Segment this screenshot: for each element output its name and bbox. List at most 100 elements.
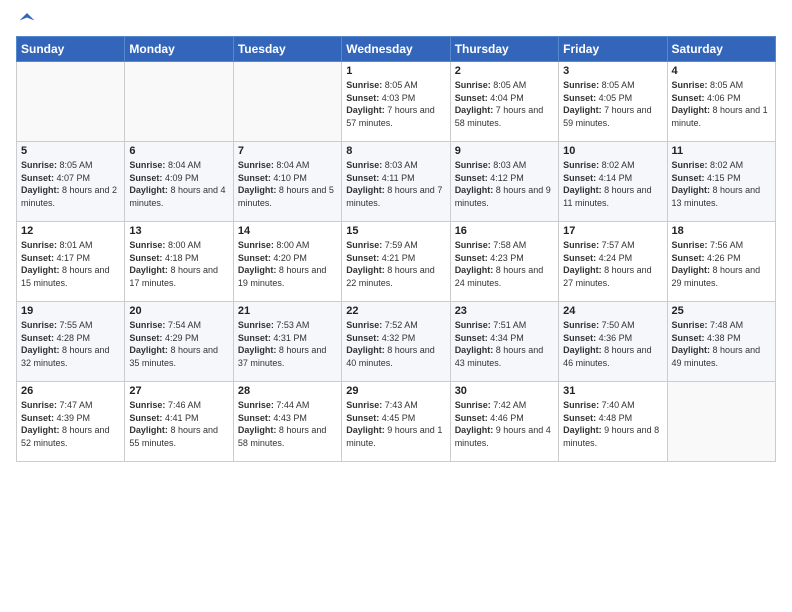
day-info-line: Sunset: 4:18 PM: [129, 253, 198, 263]
day-info-line: Daylight: 7 hours and 59 minutes.: [563, 105, 652, 128]
day-info-line: Sunset: 4:43 PM: [238, 413, 307, 423]
day-info: Sunrise: 7:57 AMSunset: 4:24 PMDaylight:…: [563, 239, 662, 289]
day-info-line: Sunset: 4:17 PM: [21, 253, 90, 263]
day-info-line: Daylight: 9 hours and 8 minutes.: [563, 425, 659, 448]
day-info-line: Sunset: 4:14 PM: [563, 173, 632, 183]
calendar-week-3: 12 Sunrise: 8:01 AM Sunset: 4:17 PM Dayligh…: [17, 222, 776, 302]
day-info-line: Sunrise: 7:43 AM: [346, 400, 418, 410]
calendar-cell: 14Sunrise: 8:00 AMSunset: 4:20 PMDayligh…: [233, 222, 341, 302]
calendar-cell: 22Sunrise: 7:52 AMSunset: 4:32 PMDayligh…: [342, 302, 450, 382]
day-number: 26: [21, 385, 120, 397]
day-number: 17: [563, 225, 662, 237]
day-info: Sunrise: 7:40 AMSunset: 4:48 PMDaylight:…: [563, 399, 662, 449]
day-info-line: Daylight: 8 hours and 40 minutes.: [346, 345, 435, 368]
day-info-line: Sunrise: 8:05 AM: [346, 80, 418, 90]
day-info-line: Sunset: 4:38 PM: [672, 333, 741, 343]
day-info-line: Daylight: 8 hours and 32 minutes.: [21, 345, 110, 368]
day-info: Sunrise: 8:05 AMSunset: 4:06 PMDaylight:…: [672, 79, 771, 129]
day-number: 15: [346, 225, 445, 237]
day-info-line: Sunrise: 8:05 AM: [455, 80, 527, 90]
day-number: 12: [21, 225, 120, 237]
day-info-line: Sunrise: 7:53 AM: [238, 320, 310, 330]
day-info-line: Sunrise: 7:46 AM: [129, 400, 201, 410]
day-info-line: Sunset: 4:23 PM: [455, 253, 524, 263]
calendar-table: SundayMondayTuesdayWednesdayThursdayFrid…: [16, 36, 776, 462]
day-number: 29: [346, 385, 445, 397]
logo: [16, 10, 36, 28]
day-info-line: Daylight: 8 hours and 49 minutes.: [672, 345, 761, 368]
day-info-line: Sunrise: 7:52 AM: [346, 320, 418, 330]
day-info-line: Sunset: 4:28 PM: [21, 333, 90, 343]
weekday-header-thursday: Thursday: [450, 37, 558, 62]
calendar-cell: 26 Sunrise: 7:47 AMSunset: 4:39 PMDayligh…: [17, 382, 125, 462]
day-info-line: Sunrise: 7:56 AM: [672, 240, 744, 250]
day-number: 20: [129, 305, 228, 317]
calendar-cell: [667, 382, 775, 462]
calendar-cell: 5Sunrise: 8:05 AMSunset: 4:07 PMDaylight…: [17, 142, 125, 222]
day-info-line: Sunrise: 7:58 AM: [455, 240, 527, 250]
weekday-header-saturday: Saturday: [667, 37, 775, 62]
day-number: 1: [346, 65, 445, 77]
header: [16, 10, 776, 28]
day-info-line: Sunrise: 7:57 AM: [563, 240, 635, 250]
day-info-line: Daylight: 8 hours and 58 minutes.: [238, 425, 327, 448]
day-info-line: Sunset: 4:04 PM: [455, 93, 524, 103]
day-info: Sunrise: 8:05 AMSunset: 4:03 PMDaylight:…: [346, 79, 445, 129]
day-info: Sunrise: 7:48 AM Sunset: 4:38 PM Daylight:…: [672, 319, 771, 369]
calendar-cell: 8Sunrise: 8:03 AMSunset: 4:11 PMDaylight…: [342, 142, 450, 222]
day-info-line: Sunrise: 7:51 AM: [455, 320, 527, 330]
day-info-line: Sunrise: 8:05 AM: [21, 160, 93, 170]
day-info-line: Sunset: 4:41 PM: [129, 413, 198, 423]
day-info-line: Sunset: 4:36 PM: [563, 333, 632, 343]
day-info: Sunrise: 7:47 AMSunset: 4:39 PMDaylight:…: [21, 399, 120, 449]
calendar-cell: [125, 62, 233, 142]
day-number: 9: [455, 145, 554, 157]
weekday-header-monday: Monday: [125, 37, 233, 62]
day-info-line: Daylight: 8 hours and 52 minutes.: [21, 425, 110, 448]
calendar-cell: 28Sunrise: 7:44 AMSunset: 4:43 PMDayligh…: [233, 382, 341, 462]
day-info: Sunrise: 7:55 AMSunset: 4:28 PMDaylight:…: [21, 319, 120, 369]
weekday-header-friday: Friday: [559, 37, 667, 62]
day-info: Sunrise: 7:51 AM Sunset: 4:34 PM Daylight:…: [455, 319, 554, 369]
calendar-week-2: 5Sunrise: 8:05 AMSunset: 4:07 PMDaylight…: [17, 142, 776, 222]
day-info: Sunrise: 7:43 AMSunset: 4:45 PMDaylight:…: [346, 399, 445, 449]
day-info-line: Sunset: 4:20 PM: [238, 253, 307, 263]
day-number: 14: [238, 225, 337, 237]
calendar-cell: 17 Sunrise: 7:57 AMSunset: 4:24 PMDayligh…: [559, 222, 667, 302]
day-info-line: Sunset: 4:39 PM: [21, 413, 90, 423]
day-info: Sunrise: 7:46 AMSunset: 4:41 PMDaylight:…: [129, 399, 228, 449]
day-info-line: Sunset: 4:46 PM: [455, 413, 524, 423]
day-number: 18: [672, 225, 771, 237]
day-info-line: Daylight: 8 hours and 37 minutes.: [238, 345, 327, 368]
day-info-line: Daylight: 9 hours and 4 minutes.: [455, 425, 551, 448]
day-info-line: Sunrise: 8:04 AM: [129, 160, 201, 170]
day-info-line: Sunset: 4:11 PM: [346, 173, 414, 183]
day-info-line: Daylight: 8 hours and 35 minutes.: [129, 345, 218, 368]
day-info-line: Sunrise: 7:40 AM: [563, 400, 635, 410]
day-info: Sunrise: 7:56 AMSunset: 4:26 PMDaylight:…: [672, 239, 771, 289]
calendar-week-5: 26 Sunrise: 7:47 AMSunset: 4:39 PMDayligh…: [17, 382, 776, 462]
calendar-cell: [233, 62, 341, 142]
day-info-line: Daylight: 8 hours and 17 minutes.: [129, 265, 218, 288]
day-info-line: Daylight: 8 hours and 7 minutes.: [346, 185, 442, 208]
day-number: 7: [238, 145, 337, 157]
day-info-line: Sunrise: 8:01 AM: [21, 240, 93, 250]
calendar-cell: 10Sunrise: 8:02 AMSunset: 4:14 PMDayligh…: [559, 142, 667, 222]
day-info-line: Sunrise: 7:48 AM: [672, 320, 744, 330]
day-info-line: Daylight: 8 hours and 43 minutes.: [455, 345, 544, 368]
day-info-line: Sunrise: 8:00 AM: [129, 240, 201, 250]
day-info-line: Sunrise: 8:02 AM: [672, 160, 744, 170]
day-info-line: Sunset: 4:34 PM: [455, 333, 524, 343]
calendar-cell: 1 Sunrise: 8:05 AMSunset: 4:03 PMDaylight…: [342, 62, 450, 142]
calendar-cell: 19Sunrise: 7:55 AMSunset: 4:28 PMDayligh…: [17, 302, 125, 382]
day-info-line: Sunset: 4:29 PM: [129, 333, 198, 343]
day-info-line: Sunset: 4:05 PM: [563, 93, 632, 103]
day-info-line: Daylight: 8 hours and 11 minutes.: [563, 185, 652, 208]
day-number: 31: [563, 385, 662, 397]
calendar-cell: 3Sunrise: 8:05 AMSunset: 4:05 PMDaylight…: [559, 62, 667, 142]
day-number: 22: [346, 305, 445, 317]
day-info-line: Daylight: 8 hours and 5 minutes.: [238, 185, 334, 208]
day-info-line: Sunset: 4:07 PM: [21, 173, 90, 183]
day-info: Sunrise: 8:04 AMSunset: 4:09 PMDaylight:…: [129, 159, 228, 209]
calendar-cell: 6Sunrise: 8:04 AMSunset: 4:09 PMDaylight…: [125, 142, 233, 222]
